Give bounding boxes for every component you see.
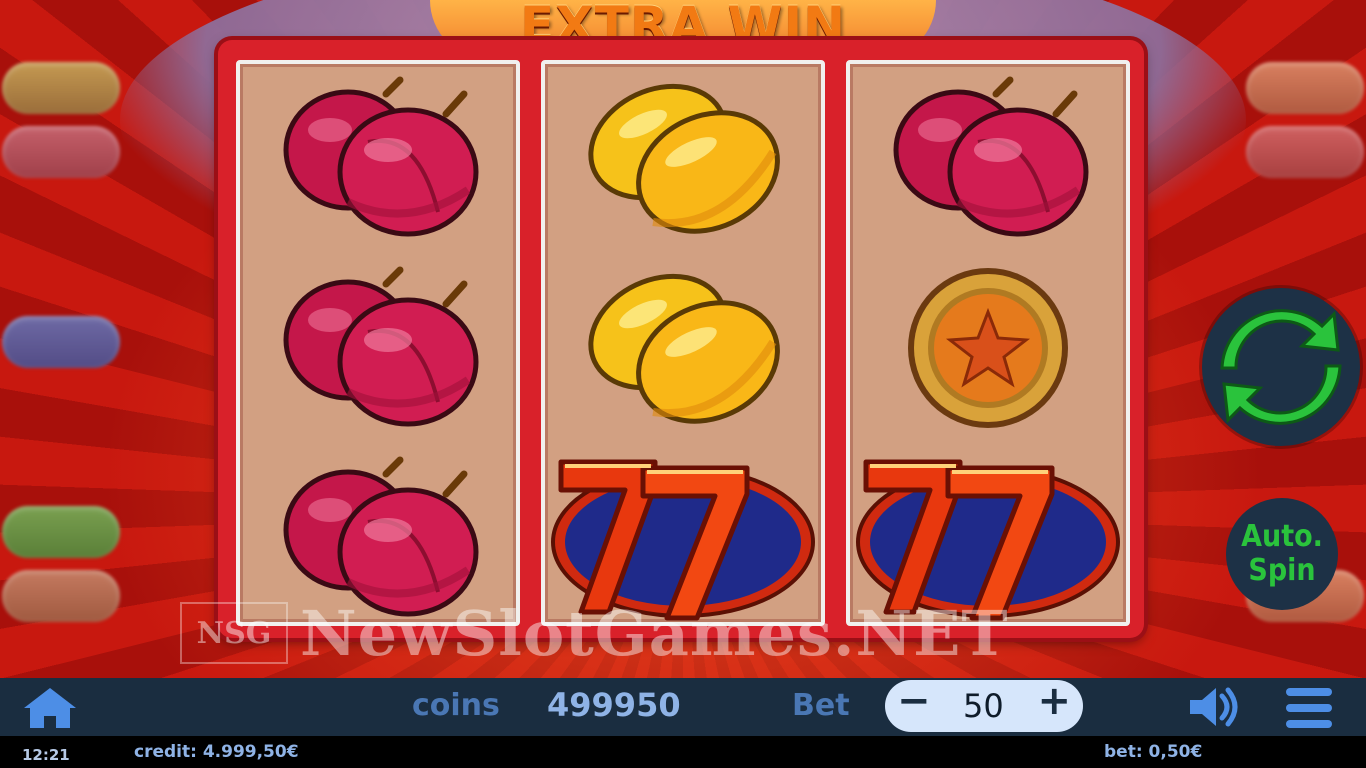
home-icon[interactable]	[22, 686, 78, 730]
auto-spin-label-2: Spin	[1248, 553, 1316, 588]
lemon-icon	[573, 262, 793, 432]
bet-value: 50	[963, 687, 1004, 725]
seven-icon	[547, 442, 819, 622]
reel-3	[846, 60, 1130, 626]
game-stage: EXTRA WIN Auto. Spin NSG NewSlotGames.NE…	[0, 0, 1366, 678]
clock: 12:21	[22, 746, 70, 764]
status-bar: 12:21 credit: 4.999,50€ bet: 0,50€	[0, 736, 1366, 768]
watermark: NSG NewSlotGames.NET	[180, 597, 1190, 670]
credit-display: credit: 4.999,50€	[134, 742, 299, 762]
side-button-left-4[interactable]	[2, 506, 120, 558]
menu-icon[interactable]	[1284, 686, 1334, 730]
plum-icon	[268, 72, 488, 242]
plum-icon	[268, 262, 488, 432]
bet-decrease-button[interactable]: −	[897, 678, 931, 724]
coins-value: 499950	[547, 686, 681, 724]
watermark-text: NewSlotGames.NET	[300, 596, 1009, 670]
spin-button[interactable]	[1202, 288, 1360, 446]
side-button-left-2[interactable]	[2, 126, 120, 178]
side-button-left-3[interactable]	[2, 316, 120, 368]
side-button-right-1[interactable]	[1246, 62, 1364, 114]
auto-spin-button[interactable]: Auto. Spin	[1226, 498, 1338, 610]
bet-label: Bet	[792, 688, 850, 723]
side-button-left-1[interactable]	[2, 62, 120, 114]
star-coin-icon	[908, 268, 1068, 428]
speaker-icon[interactable]	[1186, 686, 1242, 728]
seven-icon	[852, 442, 1124, 622]
bet-increase-button[interactable]: +	[1037, 678, 1071, 724]
side-button-left-5[interactable]	[2, 570, 120, 622]
bet-stepper: − 50 +	[885, 678, 1083, 732]
lemon-icon	[573, 72, 793, 242]
reel-1	[236, 60, 520, 626]
auto-spin-label-1: Auto.	[1241, 519, 1323, 554]
plum-icon	[878, 72, 1098, 242]
control-bar: coins 499950 Bet − 50 +	[0, 678, 1366, 736]
refresh-icon	[1220, 309, 1342, 425]
bet-display: bet: 0,50€	[1104, 742, 1203, 762]
coins-label: coins	[412, 688, 500, 723]
watermark-logo: NSG	[180, 602, 288, 664]
side-button-right-2[interactable]	[1246, 126, 1364, 178]
reel-2	[541, 60, 825, 626]
